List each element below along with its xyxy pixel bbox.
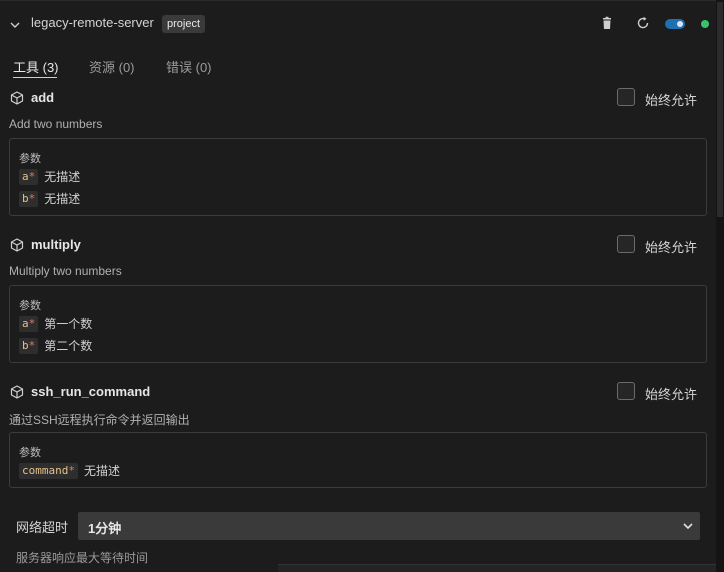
tab-resources[interactable]: 资源 (0) bbox=[89, 57, 135, 76]
tool-name: ssh_run_command bbox=[31, 384, 151, 399]
param-row: a* 第一个数 bbox=[19, 315, 92, 332]
network-timeout-hint: 服务器响应最大等待时间 bbox=[16, 551, 149, 565]
param-description: 第一个数 bbox=[44, 317, 93, 332]
toggle-knob bbox=[677, 21, 683, 27]
tool-description: Multiply two numbers bbox=[9, 264, 122, 278]
cube-icon bbox=[10, 238, 24, 252]
params-title: 参数 bbox=[19, 153, 41, 165]
params-box: 参数 command* 无描述 bbox=[9, 432, 707, 488]
tool-name: multiply bbox=[31, 237, 81, 252]
param-description: 第二个数 bbox=[44, 339, 93, 354]
mcp-server-panel: legacy-remote-server project 工具 (3) 资源 (… bbox=[0, 0, 716, 572]
always-allow-checkbox[interactable] bbox=[617, 382, 635, 400]
params-title: 参数 bbox=[19, 300, 41, 312]
tool-header: multiply 始终允许 bbox=[0, 235, 716, 257]
param-description: 无描述 bbox=[44, 192, 81, 207]
tool-header: ssh_run_command 始终允许 bbox=[0, 382, 716, 404]
always-allow-label[interactable]: 始终允许 bbox=[645, 384, 697, 403]
network-timeout-select[interactable]: 1分钟 bbox=[78, 512, 700, 540]
tab-bar: 工具 (3) 资源 (0) 错误 (0) bbox=[0, 47, 716, 83]
param-row: b* 无描述 bbox=[19, 190, 80, 207]
tool-description: Add two numbers bbox=[9, 117, 103, 131]
param-description: 无描述 bbox=[83, 464, 120, 479]
connection-status-dot bbox=[701, 20, 709, 28]
param-row: command* 无描述 bbox=[19, 462, 120, 479]
always-allow-label[interactable]: 始终允许 bbox=[645, 237, 697, 256]
network-timeout-label: 网络超时 bbox=[16, 520, 69, 535]
tab-errors[interactable]: 错误 (0) bbox=[166, 57, 212, 76]
params-box: 参数 a* 无描述 b* 无描述 bbox=[9, 138, 707, 216]
param-row: b* 第二个数 bbox=[19, 337, 92, 354]
active-tab-indicator bbox=[13, 77, 57, 78]
always-allow-label[interactable]: 始终允许 bbox=[645, 90, 697, 109]
tool-item-ssh-run-command: ssh_run_command 始终允许 通过SSH远程执行命令并返回输出 参数… bbox=[0, 382, 716, 492]
param-name: b* bbox=[19, 337, 39, 354]
param-row: a* 无描述 bbox=[19, 168, 80, 185]
server-enable-toggle[interactable] bbox=[665, 19, 685, 29]
tool-header: add 始终允许 bbox=[0, 88, 716, 110]
param-name: a* bbox=[19, 315, 39, 332]
param-name: a* bbox=[19, 168, 39, 185]
chevron-down-icon bbox=[683, 523, 693, 530]
tool-name: add bbox=[31, 90, 55, 105]
server-header: legacy-remote-server project bbox=[0, 1, 716, 47]
trash-icon[interactable] bbox=[600, 16, 614, 30]
params-box: 参数 a* 第一个数 b* 第二个数 bbox=[9, 285, 707, 363]
cube-icon bbox=[10, 91, 24, 105]
tab-tools[interactable]: 工具 (3) bbox=[13, 57, 59, 76]
param-name: b* bbox=[19, 190, 39, 207]
scope-badge: project bbox=[162, 15, 206, 33]
bottom-edge bbox=[278, 564, 716, 572]
params-title: 参数 bbox=[19, 447, 41, 459]
tool-item-add: add 始终允许 Add two numbers 参数 a* 无描述 b* 无描述 bbox=[0, 88, 716, 218]
always-allow-checkbox[interactable] bbox=[617, 88, 635, 106]
param-name: command* bbox=[19, 462, 78, 479]
refresh-icon[interactable] bbox=[636, 16, 650, 30]
param-description: 无描述 bbox=[44, 170, 81, 185]
scrollbar-thumb[interactable] bbox=[717, 2, 723, 217]
server-name: legacy-remote-server bbox=[31, 15, 154, 30]
tool-description: 通过SSH远程执行命令并返回输出 bbox=[9, 413, 190, 427]
always-allow-checkbox[interactable] bbox=[617, 235, 635, 253]
cube-icon bbox=[10, 385, 24, 399]
select-value: 1分钟 bbox=[88, 521, 122, 536]
vertical-scrollbar[interactable] bbox=[716, 0, 724, 572]
chevron-down-icon[interactable] bbox=[9, 19, 21, 31]
tool-item-multiply: multiply 始终允许 Multiply two numbers 参数 a*… bbox=[0, 235, 716, 365]
